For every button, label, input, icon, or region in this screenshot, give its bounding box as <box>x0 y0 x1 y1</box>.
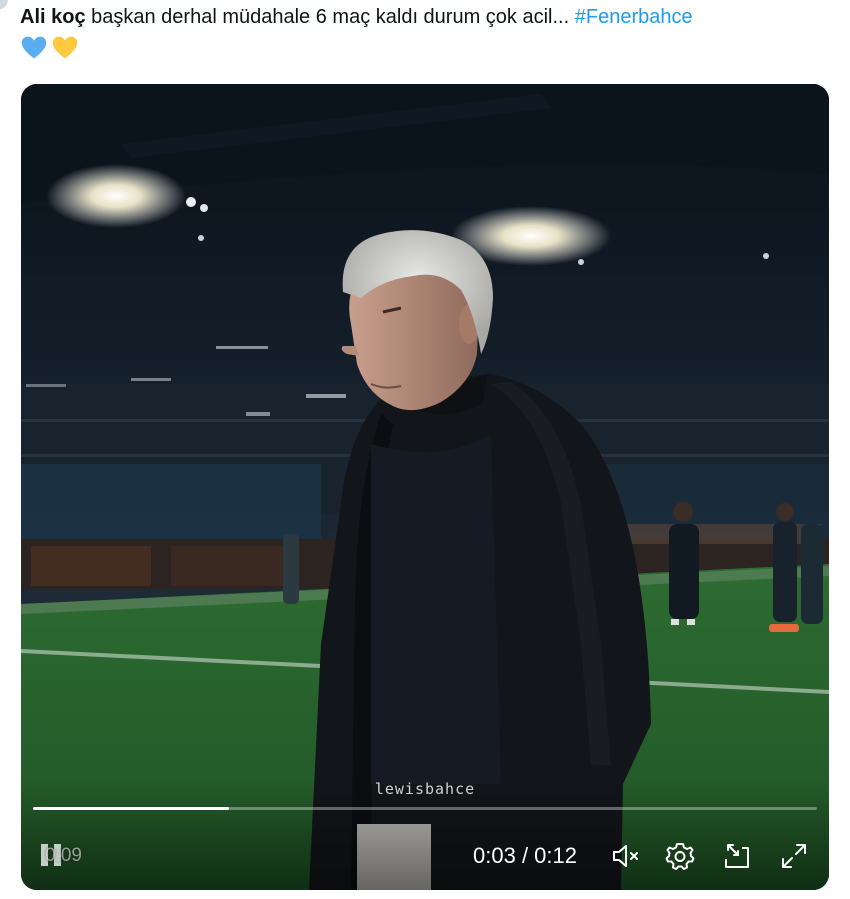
mute-button[interactable] <box>609 839 643 873</box>
current-time: 0:03 <box>473 843 516 868</box>
yellow-heart-icon <box>52 36 78 59</box>
controls-overlay <box>21 780 829 890</box>
duration: 0:12 <box>534 843 577 868</box>
picture-in-picture-button[interactable] <box>720 839 754 873</box>
tweet-author[interactable]: Ali koç <box>20 6 86 28</box>
time-display: 0:03 / 0:12 <box>473 843 577 869</box>
video-player[interactable]: lewisbahce 0:09 0:03 / 0:12 <box>21 84 829 890</box>
time-separator: / <box>515 843 535 868</box>
mute-icon <box>613 845 638 867</box>
avatar[interactable] <box>0 0 8 10</box>
fullscreen-icon <box>782 844 806 868</box>
blue-heart-icon <box>21 36 47 59</box>
pip-icon <box>725 844 749 868</box>
progress-fill <box>33 807 229 810</box>
tweet-body: başkan derhal müdahale 6 maç kaldı durum… <box>85 6 570 28</box>
settings-icon <box>665 843 695 870</box>
remaining-time: 0:09 <box>45 845 82 866</box>
emoji-row <box>20 34 79 64</box>
tweet-text: Ali koç başkan derhal müdahale 6 maç kal… <box>20 4 693 30</box>
fullscreen-button[interactable] <box>777 839 811 873</box>
hashtag-link[interactable]: #Fenerbahce <box>575 6 693 28</box>
video-frame <box>21 84 829 890</box>
settings-button[interactable] <box>663 839 697 873</box>
tweet: Ali koç başkan derhal müdahale 6 maç kal… <box>0 0 850 899</box>
progress-bar[interactable] <box>33 807 817 810</box>
